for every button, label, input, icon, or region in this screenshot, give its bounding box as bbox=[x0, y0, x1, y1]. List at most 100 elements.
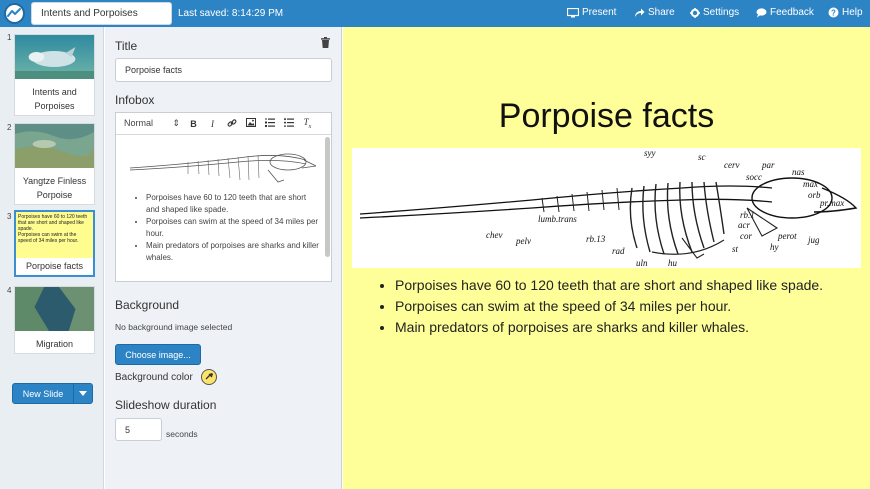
slide-3-thumb-line: Porpoises can swim at the speed of 34 mi… bbox=[18, 232, 79, 244]
slide-2-thumbnail-image bbox=[15, 124, 94, 168]
skeleton-image-small bbox=[129, 153, 316, 183]
infobox-content[interactable]: Porpoises have 60 to 120 teeth that are … bbox=[116, 136, 325, 281]
skeleton-label: rb.1 bbox=[740, 210, 755, 220]
skeleton-label: st bbox=[732, 244, 739, 254]
trash-icon[interactable] bbox=[321, 37, 330, 48]
slide-number: 2 bbox=[7, 123, 12, 132]
share-button[interactable]: Share bbox=[634, 7, 675, 18]
skeleton-label: hu bbox=[668, 258, 678, 268]
slide-4-label: Migration bbox=[35, 339, 73, 349]
skeleton-label: rb.13 bbox=[586, 234, 606, 244]
clear-format-button[interactable]: Tx bbox=[298, 117, 317, 130]
infobox-bullet: Porpoises can swim at the speed of 34 mi… bbox=[146, 216, 321, 240]
infobox-scrollbar[interactable] bbox=[325, 137, 330, 257]
background-heading: Background bbox=[115, 298, 180, 312]
preview-bullet: Main predators of porpoises are sharks a… bbox=[395, 317, 865, 338]
skeleton-label: pelv bbox=[515, 236, 531, 246]
link-icon[interactable] bbox=[222, 118, 241, 130]
skeleton-label: cerv bbox=[724, 160, 740, 170]
bullet-list-icon[interactable] bbox=[279, 118, 298, 129]
skeleton-label: rad bbox=[612, 246, 625, 256]
svg-text:?: ? bbox=[831, 9, 836, 18]
no-background-text: No background image selected bbox=[115, 322, 233, 332]
top-bar: Last saved: 8:14:29 PM Present Share Set… bbox=[0, 0, 870, 27]
skeleton-label: uln bbox=[636, 258, 648, 268]
share-arrow-icon bbox=[635, 8, 645, 17]
skeleton-label: lumb.trans bbox=[538, 214, 577, 224]
infobox-editor[interactable]: Normal ⇕ B I Tx • Porpoises have 60 to 1… bbox=[115, 112, 332, 282]
help-button[interactable]: ? Help bbox=[828, 7, 863, 18]
slide-list: 1 Intents and Porpoises 2 Yangtze Finles… bbox=[0, 27, 104, 489]
skeleton-label: par bbox=[761, 160, 775, 170]
slide-3-label: Porpoise facts bbox=[25, 261, 84, 271]
slide-number: 1 bbox=[7, 33, 12, 42]
background-color-label: Background color bbox=[115, 372, 193, 383]
bold-button[interactable]: B bbox=[184, 119, 203, 129]
slide-editor-panel: Title Infobox Normal ⇕ B I Tx bbox=[105, 27, 342, 489]
infobox-bullet: Porpoises have 60 to 120 teeth that are … bbox=[146, 192, 321, 216]
choose-image-button[interactable]: Choose image... bbox=[115, 344, 201, 365]
slide-3-thumbnail-preview: Porpoises have 60 to 120 teeth that are … bbox=[16, 212, 93, 258]
feedback-button[interactable]: Feedback bbox=[756, 7, 814, 18]
slide-2-label: Yangtze Finless Porpoise bbox=[22, 176, 87, 200]
skeleton-label: hy bbox=[770, 242, 779, 252]
slideshow-duration-heading: Slideshow duration bbox=[115, 398, 217, 412]
image-icon[interactable] bbox=[241, 118, 260, 129]
format-select[interactable]: Normal ⇕ bbox=[124, 118, 184, 129]
skeleton-label: pr.max bbox=[819, 198, 844, 208]
skeleton-label: cor bbox=[740, 231, 752, 241]
skeleton-label: jug bbox=[807, 235, 820, 245]
skeleton-label: perot bbox=[777, 231, 797, 241]
title-heading: Title bbox=[115, 39, 138, 53]
slide-thumbnail-4[interactable]: Migration bbox=[14, 286, 95, 354]
last-saved-status: Last saved: 8:14:29 PM bbox=[178, 8, 284, 19]
help-label: Help bbox=[842, 7, 863, 18]
preview-title: Porpoise facts bbox=[498, 97, 715, 135]
slide-3-thumb-line: Porpoises have 60 to 120 teeth that are … bbox=[18, 214, 88, 232]
slide-number: 4 bbox=[7, 286, 12, 295]
gear-icon bbox=[690, 7, 700, 18]
new-slide-dropdown[interactable] bbox=[74, 384, 92, 403]
ordered-list-icon[interactable] bbox=[260, 118, 279, 129]
preview-bullet: Porpoises have 60 to 120 teeth that are … bbox=[395, 275, 865, 296]
present-label: Present bbox=[582, 7, 617, 18]
slide-title-input[interactable] bbox=[115, 58, 332, 82]
italic-button[interactable]: I bbox=[203, 119, 222, 129]
speech-bubble-icon bbox=[756, 7, 767, 17]
new-slide-label[interactable]: New Slide bbox=[13, 384, 74, 403]
skeleton-label: socc bbox=[746, 172, 762, 182]
skeleton-label: nas bbox=[792, 167, 805, 177]
new-slide-button[interactable]: New Slide bbox=[12, 383, 93, 404]
select-arrows-icon: ⇕ bbox=[172, 118, 180, 128]
infobox-heading: Infobox bbox=[115, 93, 155, 107]
porpoise-skeleton-image: syy sc cerv par socc nas max orb pr.max … bbox=[352, 148, 861, 268]
format-select-value: Normal bbox=[124, 118, 154, 128]
share-label: Share bbox=[648, 7, 675, 18]
question-circle-icon: ? bbox=[828, 7, 839, 18]
duration-unit: seconds bbox=[166, 429, 198, 439]
duration-input[interactable] bbox=[115, 418, 162, 441]
editor-toolbar: Normal ⇕ B I Tx bbox=[116, 113, 331, 135]
skeleton-label: acr bbox=[738, 220, 750, 230]
skeleton-label: chev bbox=[486, 230, 502, 240]
present-button[interactable]: Present bbox=[567, 7, 616, 18]
color-picker-icon bbox=[205, 373, 213, 380]
feedback-label: Feedback bbox=[770, 7, 814, 18]
slide-thumbnail-1[interactable]: Intents and Porpoises bbox=[14, 34, 95, 116]
skeleton-label: syy bbox=[644, 148, 656, 158]
slide-thumbnail-3[interactable]: Porpoises have 60 to 120 teeth that are … bbox=[14, 210, 95, 277]
slide-preview: Porpoise facts syy sc cerv par socc nas … bbox=[343, 27, 870, 489]
slide-number: 3 bbox=[7, 212, 12, 221]
settings-button[interactable]: Settings bbox=[690, 7, 739, 18]
background-color-swatch[interactable] bbox=[201, 369, 217, 385]
slide-1-thumbnail-image bbox=[15, 35, 94, 79]
caret-down-icon bbox=[79, 391, 87, 396]
preview-bullet: Porpoises can swim at the speed of 34 mi… bbox=[395, 296, 865, 317]
settings-label: Settings bbox=[703, 7, 740, 18]
app-logo-icon[interactable] bbox=[4, 3, 25, 24]
slide-1-label: Intents and Porpoises bbox=[32, 87, 77, 111]
infobox-bullet: Main predators of porpoises are sharks a… bbox=[146, 240, 321, 264]
deck-title-input[interactable] bbox=[31, 2, 172, 25]
slide-thumbnail-2[interactable]: Yangtze Finless Porpoise bbox=[14, 123, 95, 205]
skeleton-label: sc bbox=[698, 152, 706, 162]
